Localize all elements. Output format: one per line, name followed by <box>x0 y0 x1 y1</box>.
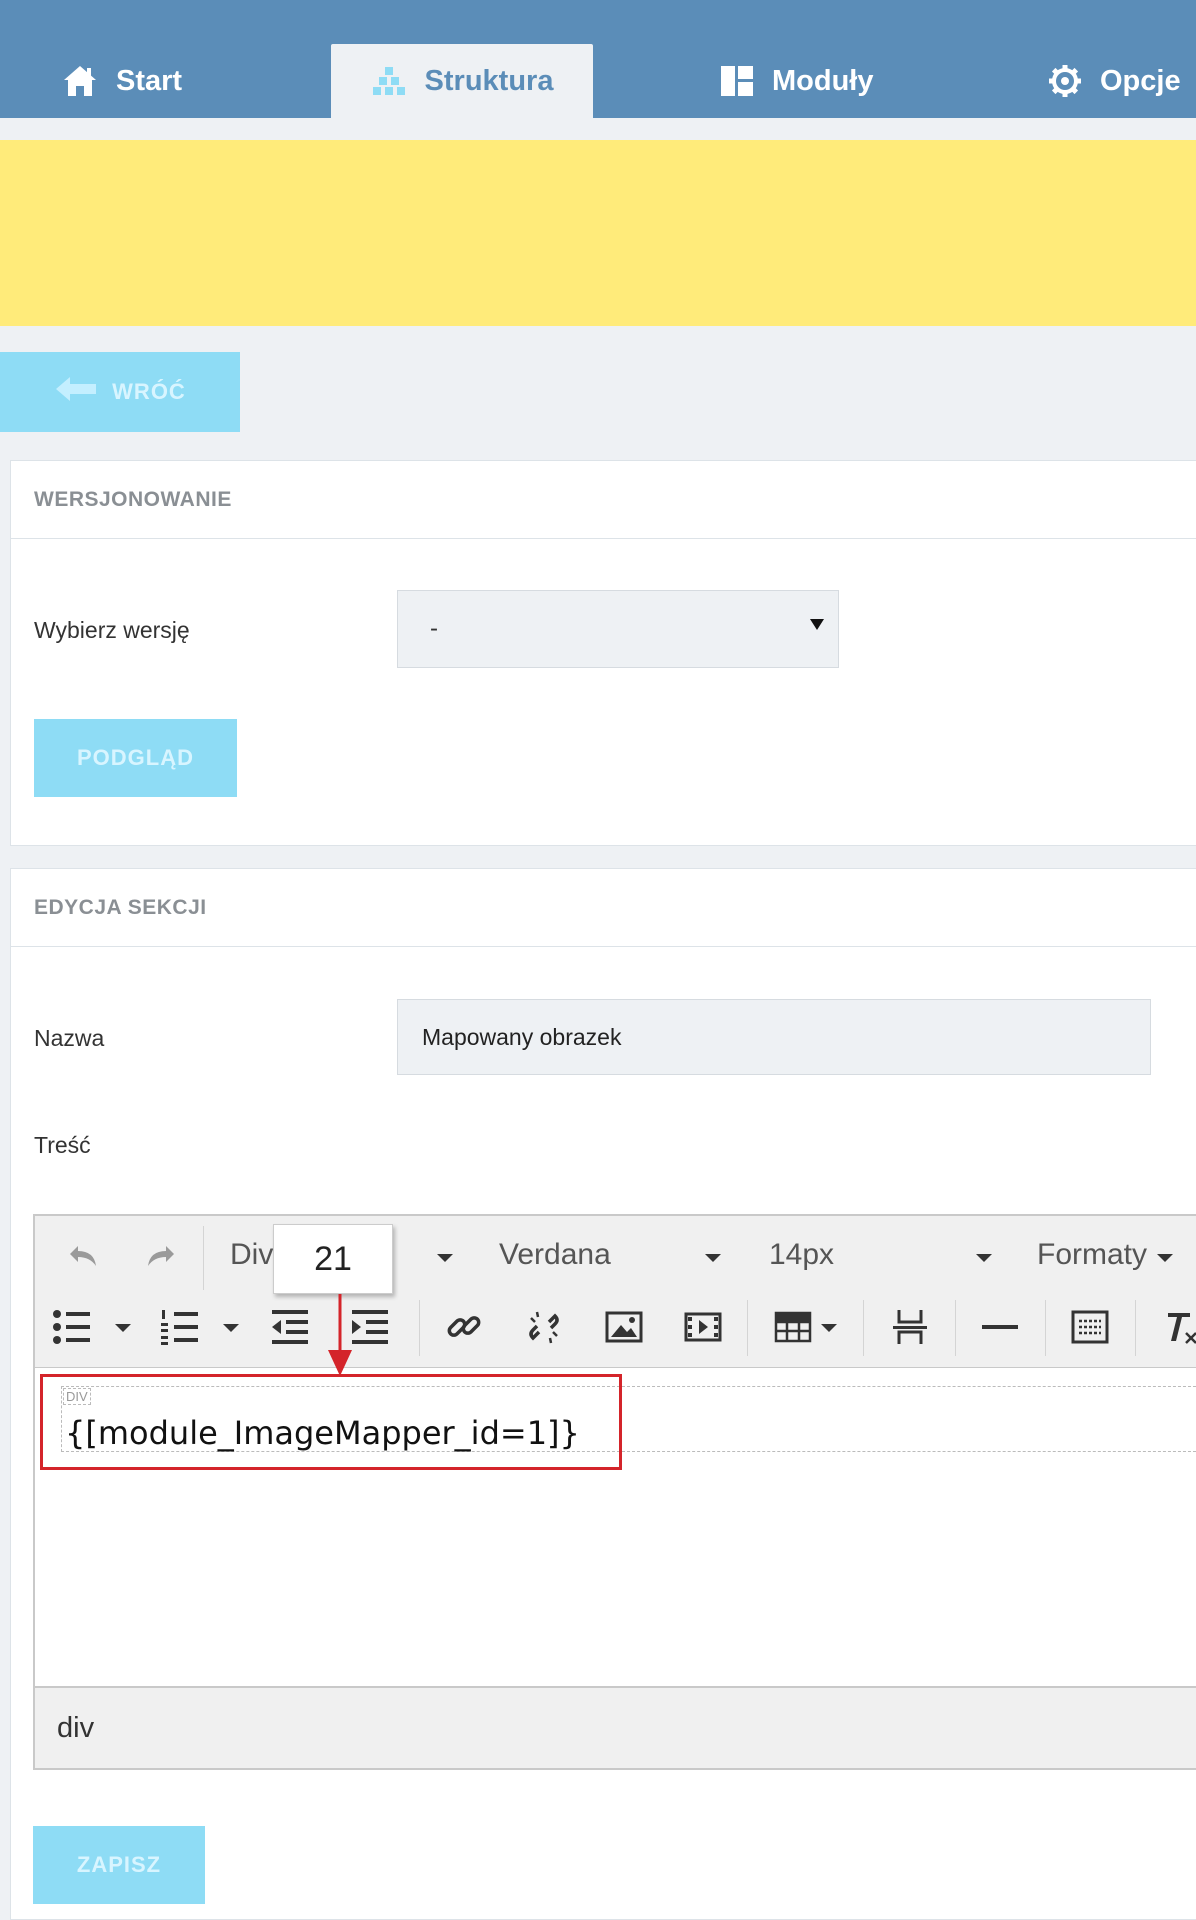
tab-label: Moduły <box>772 64 874 97</box>
redo-icon[interactable] <box>139 1236 183 1276</box>
tab-start[interactable]: Start <box>62 44 182 118</box>
highlight-box <box>40 1374 622 1470</box>
toolbar-separator <box>1045 1300 1046 1356</box>
toolbar-separator <box>419 1300 420 1356</box>
numbered-list-icon[interactable] <box>155 1302 205 1352</box>
outdent-icon[interactable] <box>265 1302 315 1352</box>
content-label: Treść <box>34 1132 91 1158</box>
save-button-label: ZAPISZ <box>76 1852 162 1877</box>
clear-formatting-icon[interactable] <box>1153 1302 1196 1352</box>
notice-banner <box>0 140 1196 326</box>
name-label: Nazwa <box>34 1025 105 1051</box>
tab-struktura[interactable]: Struktura <box>331 44 593 118</box>
formats-select[interactable]: Formaty <box>1037 1238 1147 1272</box>
table-icon[interactable] <box>768 1302 818 1352</box>
tab-moduly[interactable]: Moduły <box>720 44 874 118</box>
chevron-down-icon[interactable] <box>1157 1254 1173 1262</box>
link-icon[interactable] <box>439 1302 489 1352</box>
tab-label: Start <box>116 64 183 97</box>
panel-title: WERSJONOWANIE <box>11 461 1196 539</box>
save-button[interactable]: ZAPISZ <box>33 1826 205 1904</box>
version-select[interactable]: - <box>397 590 839 668</box>
editor-statusbar: div <box>35 1686 1196 1768</box>
preview-button[interactable]: PODGLĄD <box>34 719 237 797</box>
visual-blocks-icon[interactable] <box>1065 1302 1115 1352</box>
home-icon <box>62 64 98 98</box>
chevron-down-icon[interactable] <box>705 1254 721 1262</box>
undo-icon[interactable] <box>61 1236 105 1276</box>
unlink-icon[interactable] <box>519 1302 569 1352</box>
preview-button-label: PODGLĄD <box>77 745 194 770</box>
gear-icon <box>1048 64 1082 98</box>
toolbar-separator <box>203 1226 204 1290</box>
font-family-select[interactable]: Verdana <box>499 1238 611 1272</box>
editor-toolbar: Div Verdana 14px Formaty 21 <box>35 1216 1196 1376</box>
top-nav: Start Struktura Moduły Opcje <box>0 0 1196 118</box>
tab-label: Struktura <box>424 64 554 97</box>
name-input[interactable]: Mapowany obrazek <box>397 999 1151 1075</box>
chevron-down-icon[interactable] <box>437 1254 453 1262</box>
chevron-down-icon[interactable] <box>115 1324 131 1332</box>
back-button-label: WRÓĆ <box>112 379 186 404</box>
media-icon[interactable] <box>678 1302 728 1352</box>
select-version-label: Wybierz wersję <box>34 617 190 643</box>
tab-label: Opcje <box>1100 64 1181 97</box>
arrow-left-icon <box>54 376 98 408</box>
tab-opcje[interactable]: Opcje <box>1048 44 1181 118</box>
versioning-panel: WERSJONOWANIE Wybierz wersję - PODGLĄD <box>10 460 1196 846</box>
chevron-down-icon[interactable] <box>223 1324 239 1332</box>
toolbar-separator <box>747 1300 748 1356</box>
chevron-down-icon[interactable] <box>976 1254 992 1262</box>
element-path[interactable]: div <box>57 1712 94 1745</box>
font-size-select[interactable]: 14px <box>769 1238 834 1272</box>
bullet-list-icon[interactable] <box>47 1302 97 1352</box>
back-button[interactable]: WRÓĆ <box>0 352 240 432</box>
toolbar-separator <box>863 1300 864 1356</box>
structure-icon <box>371 65 407 97</box>
toolbar-separator <box>955 1300 956 1356</box>
size-popup: 21 <box>273 1224 393 1294</box>
version-select-value: - <box>430 615 438 642</box>
toolbar-separator <box>1135 1300 1136 1356</box>
image-icon[interactable] <box>599 1302 649 1352</box>
dropdown-arrow-icon <box>810 619 824 630</box>
panel-title: EDYCJA SEKCJI <box>11 869 1196 947</box>
modules-icon <box>720 65 754 97</box>
rich-text-editor: Div Verdana 14px Formaty 21 DIV {[module… <box>33 1214 1196 1770</box>
horizontal-rule-icon[interactable] <box>975 1302 1025 1352</box>
block-format-select[interactable]: Div <box>230 1238 273 1272</box>
chevron-down-icon[interactable] <box>821 1324 837 1332</box>
page-break-icon[interactable] <box>885 1302 935 1352</box>
